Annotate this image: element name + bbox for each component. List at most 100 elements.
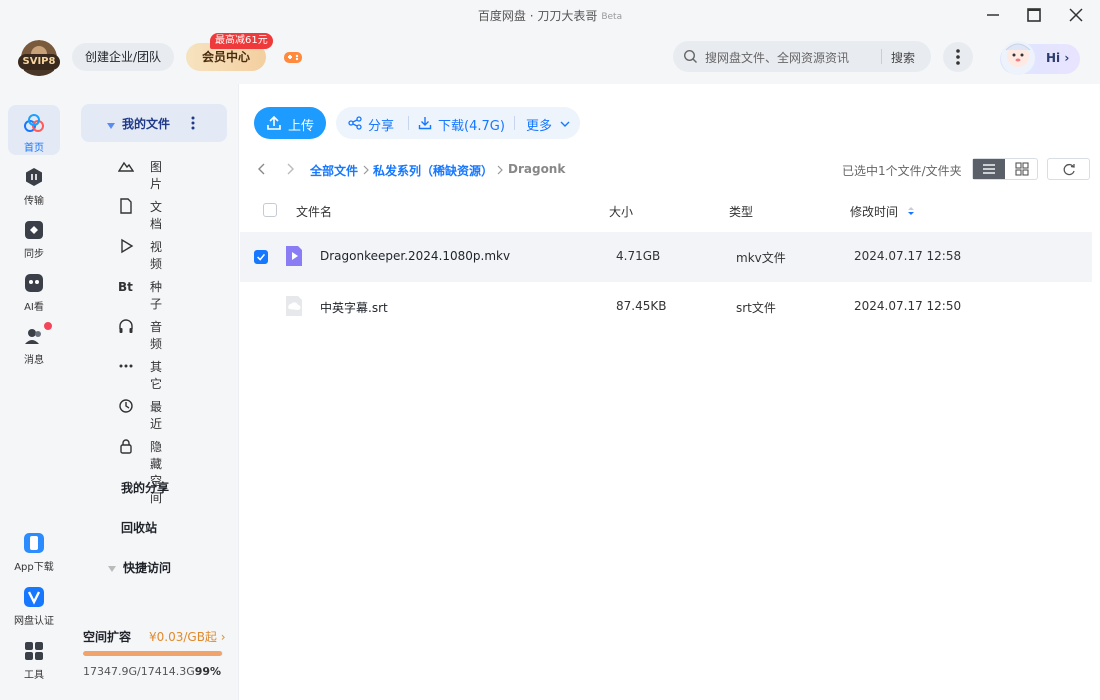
rail-label-transfer: 传输 <box>24 196 44 207</box>
game-controller-icon[interactable] <box>282 46 304 68</box>
nav-quick-access-label: 快捷访问 <box>123 561 172 575</box>
grid-view-icon[interactable] <box>1006 159 1037 179</box>
file-name[interactable]: 中英字幕.srt <box>320 299 388 316</box>
view-toggle <box>972 158 1038 180</box>
message-unread-dot <box>44 322 52 330</box>
nav-my-share[interactable]: 我的分享 <box>121 479 169 496</box>
hi-label: Hi › <box>1046 51 1070 65</box>
sync-icon <box>23 219 45 241</box>
video-file-icon <box>284 245 304 267</box>
other-icon <box>118 358 134 374</box>
upload-label: 上传 <box>288 119 315 134</box>
table-row[interactable]: 中英字幕.srt 87.45KB srt文件 2024.07.17 12:50 <box>240 282 1092 332</box>
audio-icon <box>118 318 134 334</box>
breadcrumb-current: Dragonk <box>508 162 566 176</box>
verified-icon <box>23 586 45 608</box>
file-toolbar: 分享 下载(4.7G) 更多 <box>336 107 580 139</box>
back-arrow-icon[interactable] <box>255 162 269 176</box>
nav-item-label: 最近 <box>150 400 163 431</box>
home-icon <box>23 113 45 135</box>
expand-arrow-icon <box>108 562 116 572</box>
storage-upgrade-title[interactable]: 空间扩容 <box>83 628 131 645</box>
left-rail: 首页 传输 同步 AI看 消息 App下载 网盘认证 工具 <box>0 84 68 700</box>
search-button[interactable]: 搜索 <box>891 49 915 66</box>
column-header-type[interactable]: 类型 <box>729 203 753 220</box>
beta-tag: Beta <box>601 12 623 22</box>
rail-item-transfer[interactable]: 传输 <box>8 158 60 208</box>
list-view-icon[interactable] <box>973 159 1005 179</box>
more-menu-icon[interactable] <box>943 42 973 72</box>
upload-button[interactable]: 上传 <box>254 107 326 139</box>
nav-my-files-label: 我的文件 <box>122 117 171 131</box>
rail-item-sync[interactable]: 同步 <box>8 211 60 261</box>
kebab-menu-icon[interactable] <box>191 115 195 131</box>
rail-label-verify: 网盘认证 <box>14 616 54 627</box>
rail-label-tools: 工具 <box>24 670 44 681</box>
storage-upgrade-price[interactable]: ¥0.03/GB起 › <box>149 628 226 645</box>
rail-label-app-download: App下载 <box>14 562 54 573</box>
torrent-icon: Bt <box>118 278 134 294</box>
window-title-text: 百度网盘 · 刀刀大表哥 <box>477 9 598 23</box>
column-header-name[interactable]: 文件名 <box>296 203 332 220</box>
file-name[interactable]: Dragonkeeper.2024.1080p.mkv <box>320 249 510 263</box>
rail-item-ai[interactable]: AI看 <box>8 264 60 314</box>
toolbar-divider <box>514 116 515 130</box>
mascot-avatar-icon[interactable] <box>996 36 1040 80</box>
nav-my-files[interactable]: 我的文件 <box>81 104 227 142</box>
refresh-icon[interactable] <box>1047 158 1090 180</box>
nav-recycle-bin[interactable]: 回收站 <box>121 519 157 536</box>
rail-label-home: 首页 <box>24 143 44 154</box>
nav-item-label: 其它 <box>150 360 163 391</box>
toolbar-divider <box>408 116 409 130</box>
search-input[interactable]: 搜网盘文件、全网资源资讯 <box>705 49 849 66</box>
svip-badge: SVIP8 <box>18 54 60 70</box>
storage-progress-bar <box>83 651 223 656</box>
breadcrumb-all-files[interactable]: 全部文件 <box>310 162 358 179</box>
window-title: 百度网盘 · 刀刀大表哥 Beta <box>0 7 1100 24</box>
search-bar[interactable]: 搜网盘文件、全网资源资讯 搜索 <box>673 41 931 72</box>
forward-arrow-icon[interactable] <box>283 162 297 176</box>
ai-icon <box>23 272 45 294</box>
row-checkbox[interactable] <box>254 250 268 264</box>
sort-icon[interactable] <box>906 205 916 217</box>
share-label: 分享 <box>368 119 395 134</box>
upload-icon <box>266 115 282 131</box>
column-header-modified[interactable]: 修改时间 <box>850 203 898 220</box>
create-enterprise-button[interactable]: 创建企业/团队 <box>72 43 174 71</box>
svg-text:Bt: Bt <box>118 280 133 294</box>
transfer-icon <box>23 166 45 188</box>
more-label: 更多 <box>526 119 553 134</box>
download-icon <box>418 116 432 130</box>
storage-used-text: 17347.9G/17414.3G <box>83 665 195 678</box>
maximize-button[interactable] <box>1023 4 1045 26</box>
storage-percent-text: 99% <box>194 665 222 678</box>
table-row[interactable]: Dragonkeeper.2024.1080p.mkv 4.71GB mkv文件… <box>240 232 1092 282</box>
recent-icon <box>118 398 134 414</box>
rail-item-home[interactable]: 首页 <box>8 105 60 155</box>
phone-icon <box>23 532 45 554</box>
close-button[interactable] <box>1065 4 1087 26</box>
storage-progress-fill <box>83 651 222 656</box>
file-mtime: 2024.07.17 12:50 <box>854 299 962 313</box>
nav-panel: 我的文件 图片 文档 视频 Bt 种子 音频 其它 最近 隐藏空间 我的分享 回… <box>68 84 239 700</box>
breadcrumb-folder[interactable]: 私发系列（稀缺资源） <box>373 162 493 179</box>
select-all-checkbox[interactable] <box>263 203 277 217</box>
file-type: srt文件 <box>736 301 776 315</box>
rail-item-app-download[interactable]: App下载 <box>8 524 60 574</box>
file-size: 4.71GB <box>616 249 661 263</box>
expand-arrow-icon <box>107 119 115 129</box>
minimize-button[interactable] <box>982 4 1004 26</box>
file-size: 87.45KB <box>616 299 667 313</box>
nav-item-label: 文档 <box>150 200 163 231</box>
storage-price-text: ¥0.03/GB起 <box>149 630 217 644</box>
rail-item-tools[interactable]: 工具 <box>8 632 60 682</box>
message-icon <box>23 325 45 347</box>
hi-text: Hi <box>1046 51 1061 65</box>
rail-item-verify[interactable]: 网盘认证 <box>8 578 60 628</box>
nav-item-label: 种子 <box>150 280 163 311</box>
nav-item-label: 音频 <box>150 320 163 351</box>
video-icon <box>118 238 134 254</box>
rail-item-message[interactable]: 消息 <box>8 317 60 367</box>
document-icon <box>118 198 134 214</box>
column-header-size[interactable]: 大小 <box>609 203 633 220</box>
